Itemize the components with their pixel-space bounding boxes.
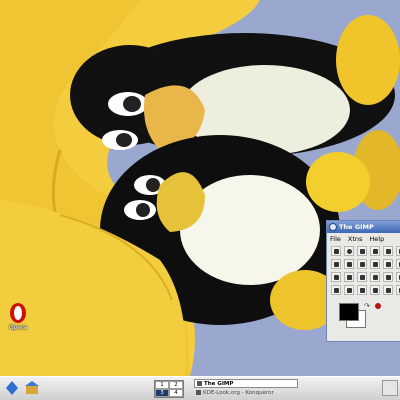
menu-xtns[interactable]: Xtns — [348, 235, 363, 243]
ellipse-select-icon[interactable] — [344, 246, 354, 256]
gimp-toolbox-window[interactable]: The GIMP File Xtns Help ↷ — [326, 220, 400, 342]
color-area: ↷ — [327, 300, 400, 336]
window-menu-icon[interactable] — [329, 223, 337, 231]
task-list: The GIMP KDE-Look.org - Konqueror — [194, 379, 298, 399]
paintbrush-icon[interactable] — [383, 272, 393, 282]
crop-icon[interactable] — [357, 259, 367, 269]
scissors-icon[interactable] — [396, 246, 400, 256]
taskbar: 1 2 3 4 The GIMP KDE-Look.org - Konquero… — [0, 376, 400, 400]
measure-icon[interactable] — [396, 285, 400, 295]
window-title: The GIMP — [339, 223, 374, 231]
system-tray-icon[interactable] — [382, 380, 398, 396]
gimp-icon — [197, 381, 202, 386]
menu-help[interactable]: Help — [369, 235, 384, 243]
menu-file[interactable]: File — [330, 235, 341, 243]
task-label: KDE-Look.org - Konqueror — [203, 389, 274, 396]
pager-desktop-2[interactable]: 2 — [169, 381, 183, 389]
fuzzy-select-icon[interactable] — [331, 259, 341, 269]
desktop-icon-opera[interactable]: Opera — [2, 302, 34, 332]
brush-indicator-icon[interactable] — [375, 303, 381, 309]
task-konqueror[interactable]: KDE-Look.org - Konqueror — [194, 388, 298, 397]
lasso-icon[interactable] — [357, 246, 367, 256]
pager-desktop-1[interactable]: 1 — [155, 381, 169, 389]
window-titlebar[interactable]: The GIMP — [327, 221, 400, 233]
kde-menu-icon[interactable] — [4, 380, 20, 396]
home-folder-icon[interactable] — [24, 380, 40, 396]
convolve-icon[interactable] — [370, 285, 380, 295]
rect-select-icon[interactable] — [331, 246, 341, 256]
bezier-select-icon[interactable] — [383, 246, 393, 256]
move-icon[interactable] — [344, 259, 354, 269]
eraser-icon[interactable] — [396, 272, 400, 282]
task-label: The GIMP — [204, 380, 234, 387]
airbrush-icon[interactable] — [331, 285, 341, 295]
foreground-color-swatch[interactable] — [339, 303, 359, 321]
tool-grid — [327, 244, 400, 295]
opera-icon — [9, 302, 27, 324]
desktop-pager[interactable]: 1 2 3 4 — [154, 380, 184, 398]
magic-wand-icon[interactable] — [370, 246, 380, 256]
clone-icon[interactable] — [357, 285, 367, 295]
swap-colors-icon[interactable]: ↷ — [364, 302, 370, 310]
flip-icon[interactable] — [383, 259, 393, 269]
smudge-icon[interactable] — [383, 285, 393, 295]
konqueror-icon — [196, 390, 201, 395]
pencil-icon[interactable] — [370, 272, 380, 282]
desktop-icon-label: Opera — [8, 324, 28, 331]
menu-bar: File Xtns Help — [327, 233, 400, 244]
color-picker-icon[interactable] — [331, 272, 341, 282]
pager-desktop-3[interactable]: 3 — [155, 389, 169, 397]
bucket-fill-icon[interactable] — [344, 272, 354, 282]
text-icon[interactable] — [396, 259, 400, 269]
task-gimp[interactable]: The GIMP — [194, 379, 298, 388]
pager-desktop-4[interactable]: 4 — [169, 389, 183, 397]
blend-icon[interactable] — [357, 272, 367, 282]
ink-icon[interactable] — [344, 285, 354, 295]
transform-icon[interactable] — [370, 259, 380, 269]
